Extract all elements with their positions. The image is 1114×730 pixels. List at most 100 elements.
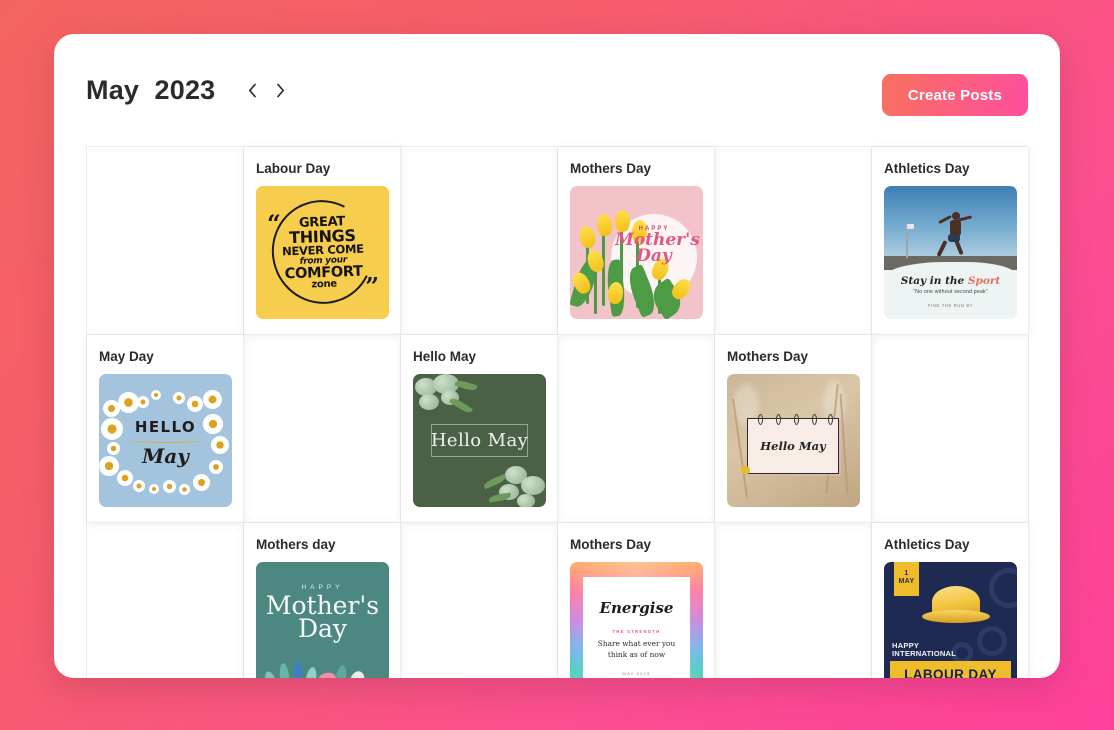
athlete-figure (936, 212, 973, 258)
daisy-flower (118, 392, 139, 413)
panel-header: May 2023 Create Posts (54, 34, 1060, 146)
calendar-cell-empty[interactable] (244, 335, 401, 523)
calendar-cell-empty[interactable] (872, 335, 1029, 523)
daisy-flower (203, 390, 222, 409)
calendar-cell-post[interactable]: Athletics Day 1 MAY HAPPY INTERNATIONAL … (872, 523, 1029, 678)
energise-title: Energise (599, 599, 674, 617)
create-posts-button[interactable]: Create Posts (881, 74, 1028, 116)
post-label: Mothers day (256, 537, 336, 552)
caption-accent: Sport (967, 275, 1001, 287)
post-thumbnail-labour-day-quote[interactable]: “ ” GREAT THINGS NEVER COME from your CO… (256, 186, 389, 319)
post-thumbnail-hello-may-green[interactable]: Hello May (413, 374, 546, 507)
body-line-2: think as of now (607, 649, 666, 659)
date-month: MAY (898, 578, 915, 586)
gear-icon (989, 568, 1017, 608)
happy-eyebrow: HAPPY (301, 584, 344, 591)
quote-close-icon: ” (365, 272, 379, 301)
mothers-day-text: HAPPY Mother's Day (615, 226, 700, 267)
runner-footer: FIND THE RUN BY (927, 303, 974, 308)
calendar-cell-post[interactable]: Athletics Day Stay in the Sport “No one … (872, 147, 1029, 335)
post-thumbnail-may-day-daisies[interactable]: HELLO May (99, 374, 232, 507)
page-title: May 2023 (86, 74, 216, 105)
floral-decoration (260, 655, 385, 678)
runner-caption: Stay in the Sport (884, 275, 1017, 287)
daisy-flower (193, 474, 210, 491)
eucalyptus-leaf (521, 476, 545, 495)
calendar-cell-post[interactable]: Mothers Day Hello May (715, 335, 872, 523)
flag-pole (906, 224, 908, 258)
notepad: Hello May (747, 414, 839, 474)
spiral-binding (776, 414, 781, 425)
calendar-cell-post[interactable]: Mothers Day HAPPY Mother's Day (558, 147, 715, 335)
daisy-flower (149, 484, 159, 494)
calendar-cell-empty[interactable] (401, 523, 558, 678)
spiral-binding (812, 414, 817, 425)
date-tag: 1 MAY (894, 562, 919, 596)
post-label: Mothers Day (727, 349, 809, 364)
post-label: Hello May (413, 349, 477, 364)
butterfly-icon (741, 466, 750, 474)
post-thumbnail-athletics-day-runner[interactable]: Stay in the Sport “No one without second… (884, 186, 1017, 319)
post-label: Athletics Day (884, 161, 970, 176)
post-label: Labour Day (256, 161, 331, 176)
hello-text: HELLO (134, 418, 197, 436)
calendar-cell-empty[interactable] (715, 147, 872, 335)
app-gradient-frame: May 2023 Create Posts Labour Day “ ” GRE… (0, 0, 1114, 730)
caption-bold: Stay in the (900, 275, 968, 287)
calendar-panel: May 2023 Create Posts Labour Day “ ” GRE… (54, 34, 1060, 678)
mothers-script-line-2: Day (636, 246, 672, 267)
eucalyptus-sprig (449, 395, 473, 416)
calendar-cell-post[interactable]: May Day HELLO May (87, 335, 244, 523)
gear-icon (977, 626, 1007, 656)
tulip-stem (602, 234, 605, 306)
calendar-cell-post[interactable]: Mothers day HAPPY Mother's Day (244, 523, 401, 678)
calendar-cell-post[interactable]: Hello May Hello May (401, 335, 558, 523)
post-label: May Day (99, 349, 154, 364)
title-group: May 2023 (86, 75, 291, 106)
inner-white-card: Energise THE STRENGTH Share what ever yo… (583, 577, 690, 678)
calendar-cell-empty[interactable] (87, 523, 244, 678)
calendar-cell-post[interactable]: Mothers Day Energise THE STRENGTH Share … (558, 523, 715, 678)
daisy-flower (173, 392, 185, 404)
post-label: Mothers Day (570, 537, 652, 552)
calendar-cell-empty[interactable] (87, 147, 244, 335)
body-line-1: Share what ever you (597, 639, 676, 648)
month-navigation (241, 77, 291, 103)
daisy-flower (137, 396, 149, 408)
post-thumbnail-mothers-day-rainbow[interactable]: Energise THE STRENGTH Share what ever yo… (570, 562, 703, 678)
date-day: 1 (904, 570, 909, 577)
post-label: Athletics Day (884, 537, 970, 552)
tulip-flower (577, 224, 598, 250)
quote-text: GREAT THINGS NEVER COME from your COMFOR… (280, 214, 365, 291)
calendar-cell-empty[interactable] (401, 147, 558, 335)
spiral-binding (758, 414, 763, 425)
may-text: May (142, 444, 189, 468)
swash-divider (129, 438, 201, 443)
post-label: Mothers Day (570, 161, 652, 176)
eucalyptus-leaf (517, 494, 535, 507)
daisy-flower (133, 480, 145, 492)
post-thumbnail-mothers-day-tulips[interactable]: HAPPY Mother's Day (570, 186, 703, 319)
calendar-cell-empty[interactable] (558, 335, 715, 523)
post-thumbnail-mothers-day-teal[interactable]: HAPPY Mother's Day (256, 562, 389, 678)
eucalyptus-sprig (454, 378, 478, 393)
labour-day-banner: LABOUR DAY (890, 661, 1011, 678)
post-thumbnail-mothers-day-notepad[interactable]: Hello May (727, 374, 860, 507)
daisy-flower (151, 390, 161, 400)
calendar-cell-empty[interactable] (715, 523, 872, 678)
footer-text: MAY 2023 (622, 671, 651, 676)
post-thumbnail-athletics-day-labour[interactable]: 1 MAY HAPPY INTERNATIONAL LABOUR DAY (884, 562, 1017, 678)
eucalyptus-sprig (488, 492, 512, 503)
chevron-right-icon[interactable] (269, 77, 291, 103)
quote-open-icon: “ (267, 209, 281, 238)
daisy-flower (187, 396, 203, 412)
eyebrow-text: THE STRENGTH (612, 629, 661, 634)
eucalyptus-leaf (419, 394, 439, 410)
daisy-flower (179, 484, 190, 495)
calendar-cell-post[interactable]: Labour Day “ ” GREAT THINGS NEVER COME f… (244, 147, 401, 335)
flag-icon (907, 224, 914, 229)
title-line-2: Day (297, 614, 348, 643)
tulip-flower (595, 213, 614, 237)
happy-international-text: HAPPY INTERNATIONAL (892, 641, 956, 658)
chevron-left-icon[interactable] (241, 77, 263, 103)
